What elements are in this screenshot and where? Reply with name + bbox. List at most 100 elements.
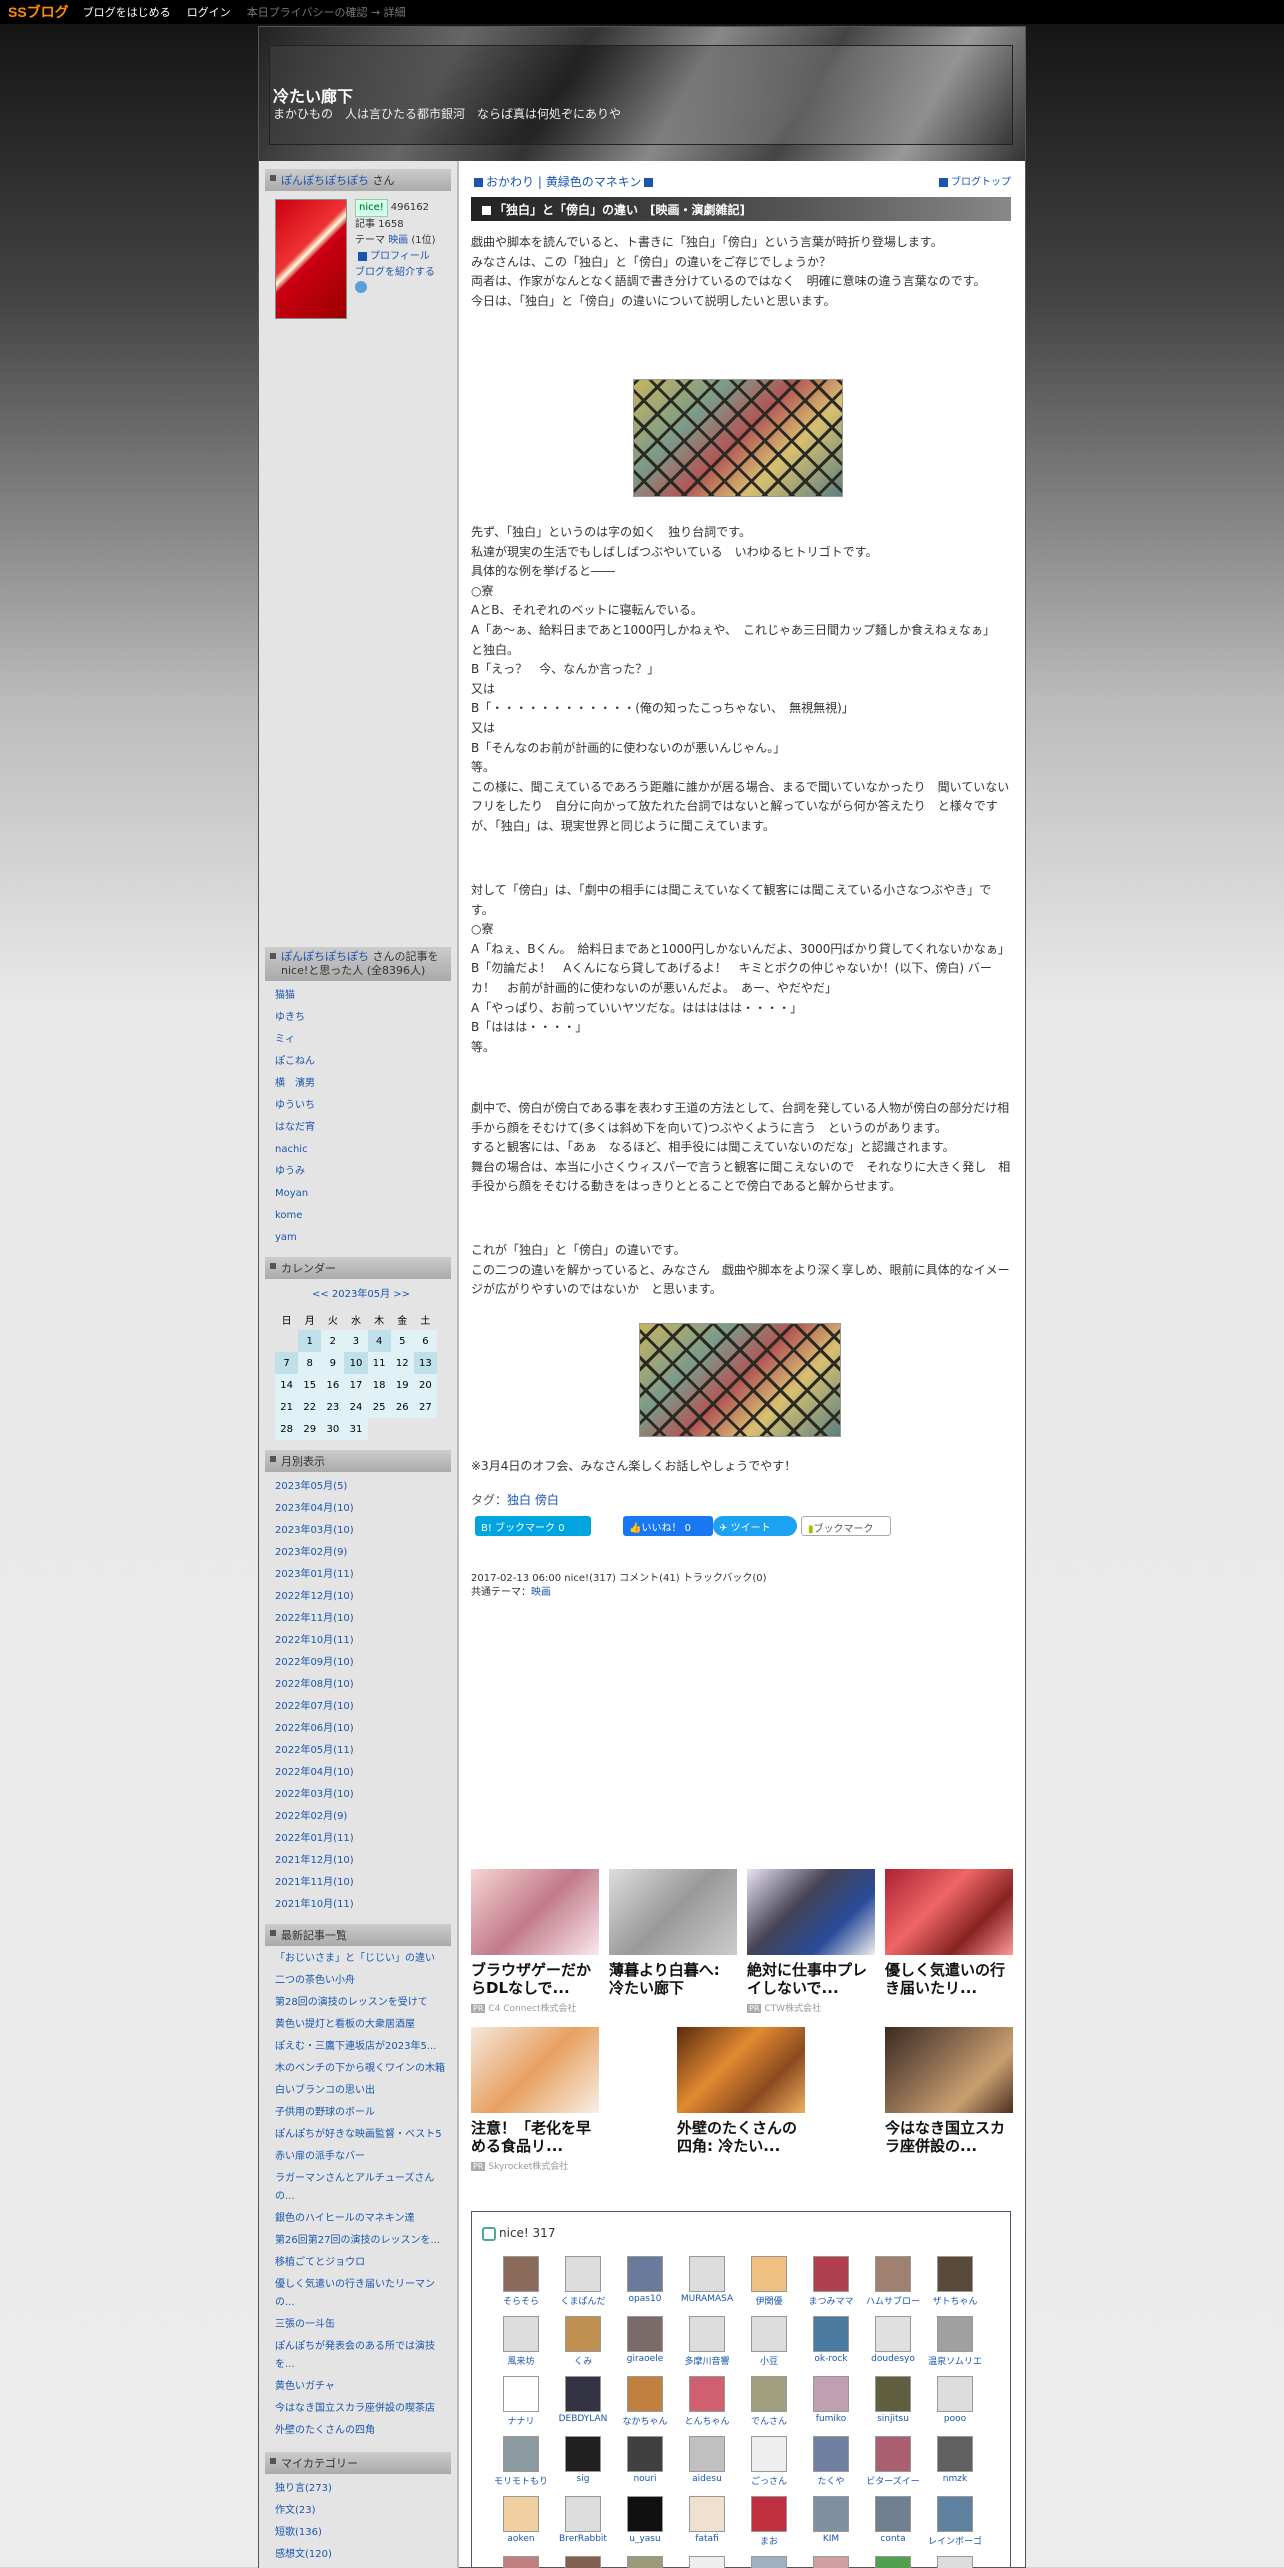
login-link[interactable]: ログイン	[187, 4, 231, 20]
nice-user-name[interactable]: fatafi	[676, 2534, 738, 2544]
nice-user-name[interactable]: なかちゃん	[614, 2414, 676, 2427]
user-avatar-icon[interactable]	[627, 2256, 663, 2292]
nice-user-name[interactable]: nouri	[614, 2474, 676, 2484]
recent-article-link[interactable]: ぽんぽちが好きな映画監督・ベスト5	[275, 2126, 445, 2144]
user-avatar-icon[interactable]	[813, 2556, 849, 2568]
user-avatar-icon[interactable]	[937, 2436, 973, 2472]
nice-user[interactable]: モリモトもり	[490, 2436, 552, 2490]
recent-article-link[interactable]: 二つの茶色い小舟	[275, 1972, 445, 1990]
user-avatar-icon[interactable]	[503, 2256, 539, 2292]
nice-user-name[interactable]: 多摩川音響	[676, 2354, 738, 2367]
recent-article-link[interactable]: 「おじいさま」と「じじい」の違い	[275, 1950, 445, 1968]
ad-card[interactable]: 薄暮より白暮へ: 冷たい廊下	[609, 1869, 737, 1997]
nice-user[interactable]: aidesu	[676, 2436, 738, 2490]
nice-user[interactable]: aoken	[490, 2496, 552, 2550]
user-avatar-icon[interactable]	[503, 2376, 539, 2412]
nice-user[interactable]: ビターズイー	[862, 2436, 924, 2490]
nice-user-name[interactable]: u_yasu	[614, 2534, 676, 2544]
nice-user[interactable]: くまぱんだ	[552, 2256, 614, 2310]
user-avatar-icon[interactable]	[689, 2556, 725, 2568]
ad-card[interactable]: 優しく気遣いの行き届いたリ...	[885, 1869, 1013, 1997]
ad-caption[interactable]: 優しく気遣いの行き届いたリ...	[885, 1961, 1013, 1997]
user-avatar-icon[interactable]	[937, 2376, 973, 2412]
nice-user-name[interactable]: でんさん	[738, 2414, 800, 2427]
ssblog-logo[interactable]: SSブログ	[8, 2, 69, 22]
recent-article-link[interactable]: 優しく気遣いの行き届いたリーマンの...	[275, 2276, 445, 2312]
next-article-link[interactable]: 黄緑色のマネキン	[546, 175, 642, 189]
nice-user-name[interactable]: DEBDYLAN	[552, 2414, 614, 2424]
start-blog-link[interactable]: ブログをはじめる	[83, 4, 171, 20]
nice-person-link[interactable]: yam	[275, 1227, 445, 1249]
user-avatar-icon[interactable]	[937, 2496, 973, 2532]
nice-user[interactable]: そらそら	[490, 2256, 552, 2310]
archive-link[interactable]: 2022年01月(11)	[275, 1828, 445, 1850]
nice-person-link[interactable]: ゆういち	[275, 1095, 445, 1117]
ad-caption[interactable]: 絶対に仕事中プレイしないで...	[747, 1961, 875, 1997]
owner-name-link[interactable]: ぽんぽちぽちぽち	[281, 174, 369, 187]
user-avatar-icon[interactable]	[689, 2256, 725, 2292]
user-avatar-icon[interactable]	[689, 2376, 725, 2412]
nice-user[interactable]: ナナリ	[490, 2376, 552, 2430]
ad-image[interactable]	[885, 1869, 1013, 1955]
recent-article-link[interactable]: 移植ごてとジョウロ	[275, 2254, 445, 2272]
recent-article-link[interactable]: 子供用の野球のボール	[275, 2104, 445, 2122]
nice-user[interactable]: ok-rock	[800, 2316, 862, 2370]
ad-card[interactable]: 絶対に仕事中プレイしないで... PR CTW株式会社	[747, 1869, 875, 2014]
privacy-notice[interactable]: 本日プライバシーの確認 → 詳細	[247, 4, 406, 20]
user-avatar-icon[interactable]	[813, 2316, 849, 2352]
archive-link[interactable]: 2021年10月(11)	[275, 1894, 445, 1916]
user-avatar-icon[interactable]	[937, 2316, 973, 2352]
ad-image[interactable]	[609, 1869, 737, 1955]
nice-person-link[interactable]: 横 濱男	[275, 1073, 445, 1095]
ad-caption[interactable]: 外壁のたくさんの四角: 冷たい...	[677, 2119, 805, 2155]
nice-user[interactable]: pooo	[924, 2376, 986, 2430]
recent-article-link[interactable]: 今はなき国立スカラ座併設の喫茶店	[275, 2400, 445, 2418]
user-avatar-icon[interactable]	[751, 2316, 787, 2352]
nice-user-name[interactable]: BrerRabbit	[552, 2534, 614, 2544]
archive-link[interactable]: 2022年09月(10)	[275, 1652, 445, 1674]
ad-caption[interactable]: 注意！「老化を早める食品リ...	[471, 2119, 599, 2155]
profile-link[interactable]: プロフィール	[370, 251, 430, 262]
nice-user[interactable]: fatafi	[676, 2496, 738, 2550]
user-avatar-icon[interactable]	[937, 2256, 973, 2292]
archive-link[interactable]: 2022年05月(11)	[275, 1740, 445, 1762]
nice-user[interactable]: nmzk	[924, 2436, 986, 2490]
user-avatar-icon[interactable]	[751, 2496, 787, 2532]
archive-link[interactable]: 2023年02月(9)	[275, 1542, 445, 1564]
recent-article-link[interactable]: 外壁のたくさんの四角	[275, 2422, 445, 2440]
user-avatar-icon[interactable]	[875, 2256, 911, 2292]
nice-user-name[interactable]: レインボーゴ	[924, 2534, 986, 2547]
nice-user[interactable]: たくや	[800, 2436, 862, 2490]
nice-user[interactable]: ぽんぽこりん	[490, 2556, 552, 2568]
user-avatar-icon[interactable]	[751, 2436, 787, 2472]
nice-user-name[interactable]: ok-rock	[800, 2354, 862, 2364]
nice-user-name[interactable]: ザトちゃん	[924, 2294, 986, 2307]
nice-person-link[interactable]: nachic	[275, 1139, 445, 1161]
ad-caption[interactable]: 薄暮より白暮へ: 冷たい廊下	[609, 1961, 737, 1997]
archive-link[interactable]: 2022年12月(10)	[275, 1586, 445, 1608]
archive-link[interactable]: 2022年02月(9)	[275, 1806, 445, 1828]
nice-user[interactable]: nouri	[614, 2436, 676, 2490]
recent-article-link[interactable]: 赤い扉の派手なバー	[275, 2148, 445, 2166]
nice-user[interactable]: レインボーゴ	[924, 2496, 986, 2550]
recent-article-link[interactable]: 黄色い提灯と看板の大衆居酒屋	[275, 2016, 445, 2034]
bookmark-button[interactable]: ▮ブックマーク	[801, 1516, 891, 1536]
user-avatar-icon[interactable]	[689, 2316, 725, 2352]
user-avatar-icon[interactable]	[627, 2376, 663, 2412]
ad-image[interactable]	[747, 1869, 875, 1955]
recent-article-link[interactable]: 銀色のハイヒールのマネキン達	[275, 2210, 445, 2228]
nice-user[interactable]: くみ	[552, 2316, 614, 2370]
user-avatar-icon[interactable]	[503, 2496, 539, 2532]
archive-link[interactable]: 2022年08月(10)	[275, 1674, 445, 1696]
nice-user[interactable]: simousayama	[676, 2556, 738, 2568]
nice-person-link[interactable]: ぽこねん	[275, 1051, 445, 1073]
recent-article-link[interactable]: ラガーマンさんとアルチューズさんの...	[275, 2170, 445, 2206]
archive-link[interactable]: 2023年03月(10)	[275, 1520, 445, 1542]
shared-theme-link[interactable]: 映画	[531, 1587, 551, 1598]
ad-image[interactable]	[677, 2027, 805, 2113]
archive-link[interactable]: 2021年11月(10)	[275, 1872, 445, 1894]
nice-user-name[interactable]: まお	[738, 2534, 800, 2547]
nice-user[interactable]: 久遠	[862, 2556, 924, 2568]
nice-person-link[interactable]: ミィ	[275, 1029, 445, 1051]
nice-user-name[interactable]: ハムサブロー	[862, 2294, 924, 2307]
